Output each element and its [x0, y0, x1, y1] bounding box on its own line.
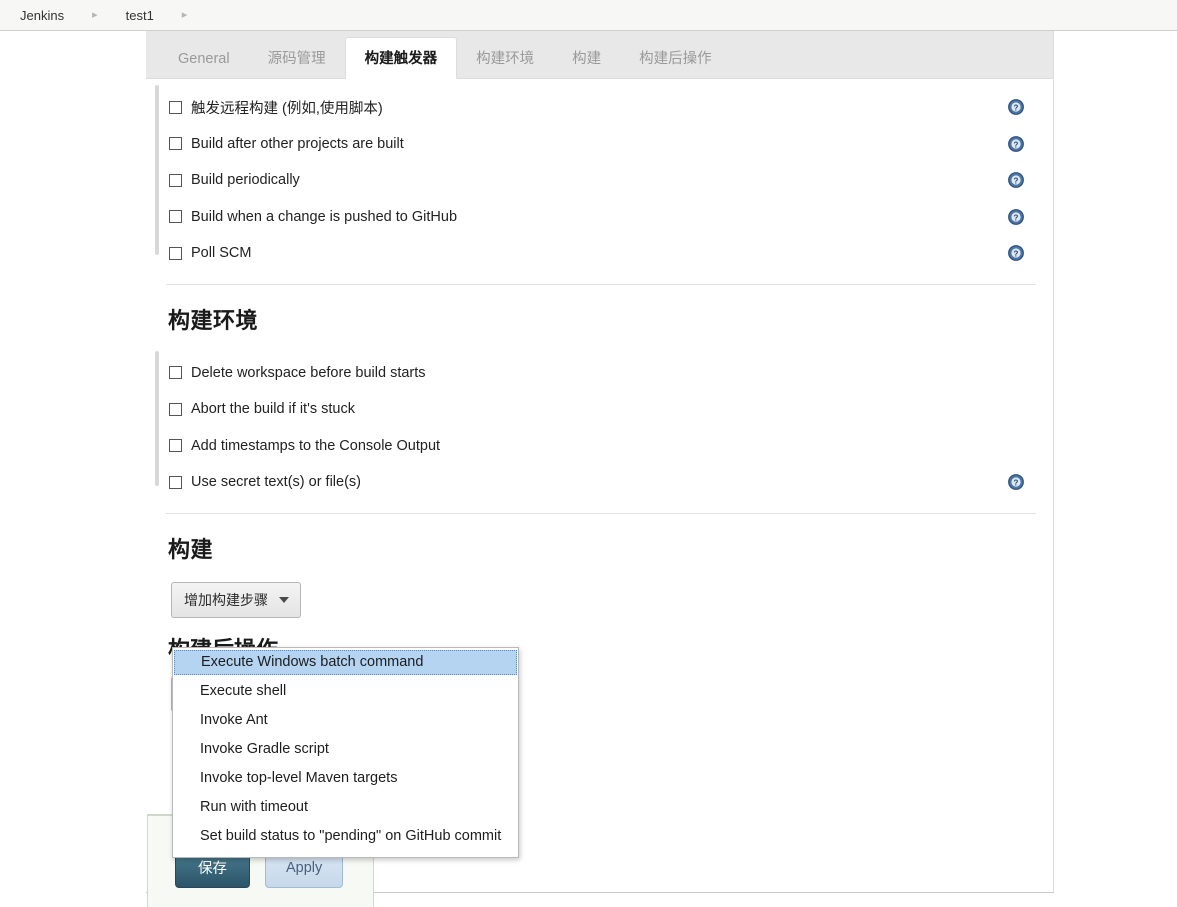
section-heading-build: 构建: [168, 536, 214, 562]
checkbox-secret-text[interactable]: [169, 475, 182, 489]
checkbox-label-delete-workspace: Delete workspace before build starts: [191, 364, 426, 381]
checkbox-row-add-timestamps[interactable]: Add timestamps to the Console Output: [146, 428, 1053, 465]
page-body: General 源码管理 构建触发器 构建环境 构建 构建后操作 触发远程构建 …: [0, 31, 1177, 907]
checkbox-build-periodically[interactable]: [169, 173, 182, 187]
menu-item-set-github-build-status[interactable]: Set build status to "pending" on GitHub …: [173, 822, 518, 851]
menu-item-execute-windows-batch[interactable]: Execute Windows batch command: [174, 650, 517, 675]
breadcrumb-item-jenkins[interactable]: Jenkins: [18, 8, 66, 23]
checkbox-row-trigger-remote[interactable]: 触发远程构建 (例如,使用脚本) ?: [146, 89, 1053, 126]
checkbox-delete-workspace[interactable]: [169, 366, 182, 380]
checkbox-poll-scm[interactable]: [169, 246, 182, 260]
menu-item-run-with-timeout[interactable]: Run with timeout: [173, 793, 518, 822]
section-build-environment: 构建环境 Delete workspace before build start…: [146, 285, 1053, 513]
build-env-checkbox-group: Delete workspace before build starts Abo…: [146, 345, 1053, 513]
help-icon[interactable]: ?: [1008, 245, 1024, 262]
checkbox-label-build-after-projects: Build after other projects are built: [191, 135, 404, 152]
help-icon[interactable]: ?: [1008, 474, 1024, 491]
checkbox-row-github-push[interactable]: Build when a change is pushed to GitHub …: [146, 199, 1053, 236]
svg-text:?: ?: [1014, 213, 1019, 222]
checkbox-label-trigger-remote: 触发远程构建 (例如,使用脚本): [191, 100, 383, 117]
tab-general[interactable]: General: [159, 39, 249, 79]
breadcrumb-separator-2: ▸: [181, 8, 188, 21]
sidebar-column: [0, 31, 146, 907]
trigger-checkbox-group: 触发远程构建 (例如,使用脚本) ? Build after other pro…: [146, 79, 1053, 284]
svg-text:?: ?: [1014, 140, 1019, 149]
chevron-down-icon: [279, 596, 289, 603]
build-step-dropdown-menu[interactable]: Execute Windows batch command Execute sh…: [172, 647, 519, 858]
section-heading-build-environment: 构建环境: [168, 307, 259, 333]
tab-build[interactable]: 构建: [553, 39, 620, 79]
help-icon[interactable]: ?: [1008, 135, 1024, 152]
checkbox-row-secret-text[interactable]: Use secret text(s) or file(s) ?: [146, 464, 1053, 501]
config-tab-bar: General 源码管理 构建触发器 构建环境 构建 构建后操作: [146, 31, 1053, 79]
checkbox-label-add-timestamps: Add timestamps to the Console Output: [191, 437, 441, 454]
checkbox-label-abort-stuck: Abort the build if it's stuck: [191, 401, 355, 418]
checkbox-row-build-periodically[interactable]: Build periodically ?: [146, 162, 1053, 199]
tab-build-triggers[interactable]: 构建触发器: [344, 37, 458, 79]
breadcrumb-item-test1[interactable]: test1: [124, 8, 156, 23]
help-icon[interactable]: ?: [1008, 208, 1024, 225]
checkbox-abort-stuck[interactable]: [169, 402, 182, 416]
menu-item-invoke-ant[interactable]: Invoke Ant: [173, 706, 518, 735]
add-build-step-button[interactable]: 增加构建步骤: [171, 581, 301, 618]
help-icon[interactable]: ?: [1008, 99, 1024, 116]
checkbox-trigger-remote[interactable]: [169, 100, 182, 114]
svg-text:?: ?: [1014, 177, 1019, 186]
help-icon[interactable]: ?: [1008, 172, 1024, 189]
checkbox-row-delete-workspace[interactable]: Delete workspace before build starts: [146, 355, 1053, 392]
breadcrumb-separator-1: ▸: [92, 8, 98, 21]
menu-item-invoke-gradle-script[interactable]: Invoke Gradle script: [173, 735, 518, 764]
menu-item-execute-shell[interactable]: Execute shell: [173, 677, 518, 706]
add-build-step-label: 增加构建步骤: [184, 591, 268, 608]
svg-text:?: ?: [1014, 104, 1019, 113]
checkbox-add-timestamps[interactable]: [169, 439, 182, 453]
checkbox-row-poll-scm[interactable]: Poll SCM ?: [146, 235, 1053, 272]
checkbox-label-build-periodically: Build periodically: [191, 172, 300, 189]
checkbox-build-after-projects[interactable]: [169, 137, 182, 151]
svg-text:?: ?: [1014, 250, 1019, 259]
tab-source-management[interactable]: 源码管理: [249, 39, 345, 79]
checkbox-label-secret-text: Use secret text(s) or file(s): [191, 474, 361, 491]
tab-post-build-actions[interactable]: 构建后操作: [620, 39, 731, 79]
svg-text:?: ?: [1014, 479, 1019, 488]
checkbox-github-push[interactable]: [169, 210, 182, 224]
checkbox-label-poll-scm: Poll SCM: [191, 245, 252, 262]
checkbox-row-build-after-projects[interactable]: Build after other projects are built ?: [146, 126, 1053, 163]
section-build-triggers: 触发远程构建 (例如,使用脚本) ? Build after other pro…: [146, 79, 1053, 284]
checkbox-label-github-push: Build when a change is pushed to GitHub: [191, 208, 458, 225]
menu-item-invoke-maven-targets[interactable]: Invoke top-level Maven targets: [173, 764, 518, 793]
checkbox-row-abort-stuck[interactable]: Abort the build if it's stuck: [146, 391, 1053, 428]
tab-build-environment[interactable]: 构建环境: [457, 39, 553, 79]
breadcrumb: Jenkins ▸ test1 ▸: [0, 0, 1177, 31]
